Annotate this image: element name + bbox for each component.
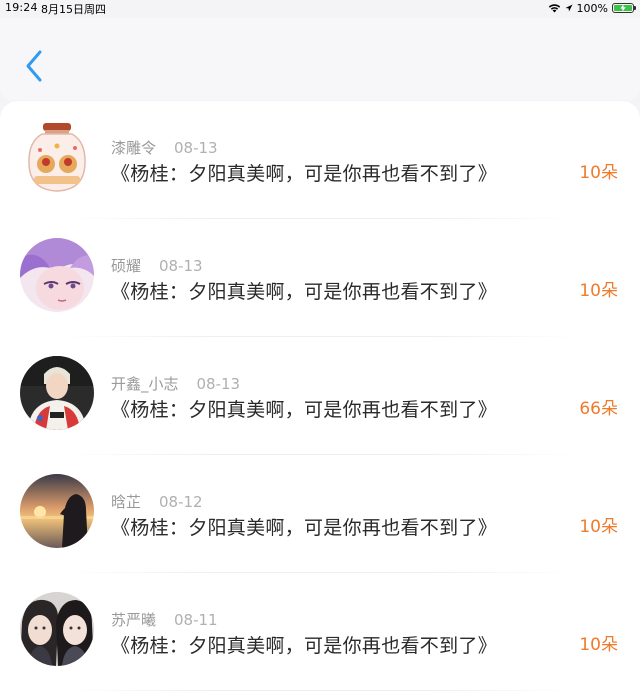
wifi-icon <box>548 4 560 13</box>
status-time: 19:24 <box>5 1 38 14</box>
meta-row: 漆雕令 08-13 <box>111 137 218 158</box>
list-item[interactable]: 硕耀 08-13 《杨桂：夕阳真美啊，可是你再也看不到了》 10朵 <box>0 219 640 337</box>
user-name: 硕耀 <box>111 257 142 275</box>
battery-percent: 100% <box>576 1 608 15</box>
user-name: 开鑫_小志 <box>111 375 179 393</box>
avatar[interactable] <box>20 474 94 548</box>
user-name: 漆雕令 <box>111 139 157 157</box>
flower-count: 10朵 <box>579 517 618 537</box>
meta-row: 晗芷 08-12 <box>111 491 203 512</box>
status-date: 8月15日周四 <box>41 3 106 16</box>
post-date: 08-12 <box>159 493 203 511</box>
post-title[interactable]: 《杨桂：夕阳真美啊，可是你再也看不到了》 <box>111 159 497 186</box>
meta-row: 苏严曦 08-11 <box>111 609 218 630</box>
post-date: 08-13 <box>174 139 218 157</box>
list-item[interactable]: 漆雕令 08-13 《杨桂：夕阳真美啊，可是你再也看不到了》 10朵 <box>0 101 640 219</box>
person-avatar <box>20 356 94 430</box>
flower-count: 10朵 <box>579 281 618 301</box>
sunset-avatar <box>20 474 94 548</box>
battery-icon <box>612 3 636 13</box>
avatar[interactable] <box>20 238 94 312</box>
status-bar: 19:24 8月15日周四 100% <box>0 0 640 16</box>
jar-avatar <box>20 120 94 194</box>
post-date: 08-13 <box>159 257 203 275</box>
anime-avatar <box>20 238 94 312</box>
user-name: 苏严曦 <box>111 611 157 629</box>
status-indicators: 100% <box>548 0 636 16</box>
list-item[interactable]: 晗芷 08-12 《杨桂：夕阳真美啊，可是你再也看不到了》 10朵 <box>0 455 640 573</box>
flower-count: 66朵 <box>579 399 618 419</box>
battery-level <box>614 4 632 12</box>
post-date: 08-11 <box>174 611 218 629</box>
avatar[interactable] <box>20 356 94 430</box>
avatar[interactable] <box>20 592 94 666</box>
flower-count: 10朵 <box>579 635 618 655</box>
avatar[interactable] <box>20 120 94 194</box>
back-button[interactable] <box>20 48 50 84</box>
post-title[interactable]: 《杨桂：夕阳真美啊，可是你再也看不到了》 <box>111 631 497 658</box>
meta-row: 开鑫_小志 08-13 <box>111 373 240 394</box>
flower-count: 10朵 <box>579 163 618 183</box>
list-item[interactable]: 苏严曦 08-11 《杨桂：夕阳真美啊，可是你再也看不到了》 10朵 <box>0 573 640 691</box>
post-title[interactable]: 《杨桂：夕阳真美啊，可是你再也看不到了》 <box>111 513 497 540</box>
location-icon <box>565 4 573 11</box>
post-title[interactable]: 《杨桂：夕阳真美啊，可是你再也看不到了》 <box>111 395 497 422</box>
couple-avatar <box>20 592 94 666</box>
divider <box>60 690 580 691</box>
charging-bolt-icon <box>620 4 626 12</box>
meta-row: 硕耀 08-13 <box>111 255 203 276</box>
chevron-left-icon <box>26 50 42 82</box>
list-item[interactable]: 开鑫_小志 08-13 《杨桂：夕阳真美啊，可是你再也看不到了》 66朵 <box>0 337 640 455</box>
post-date: 08-13 <box>196 375 241 393</box>
gift-list: 漆雕令 08-13 《杨桂：夕阳真美啊，可是你再也看不到了》 10朵 硕耀 08-1… <box>0 101 640 697</box>
post-title[interactable]: 《杨桂：夕阳真美啊，可是你再也看不到了》 <box>111 277 497 304</box>
top-header <box>0 18 640 100</box>
user-name: 晗芷 <box>111 493 142 511</box>
